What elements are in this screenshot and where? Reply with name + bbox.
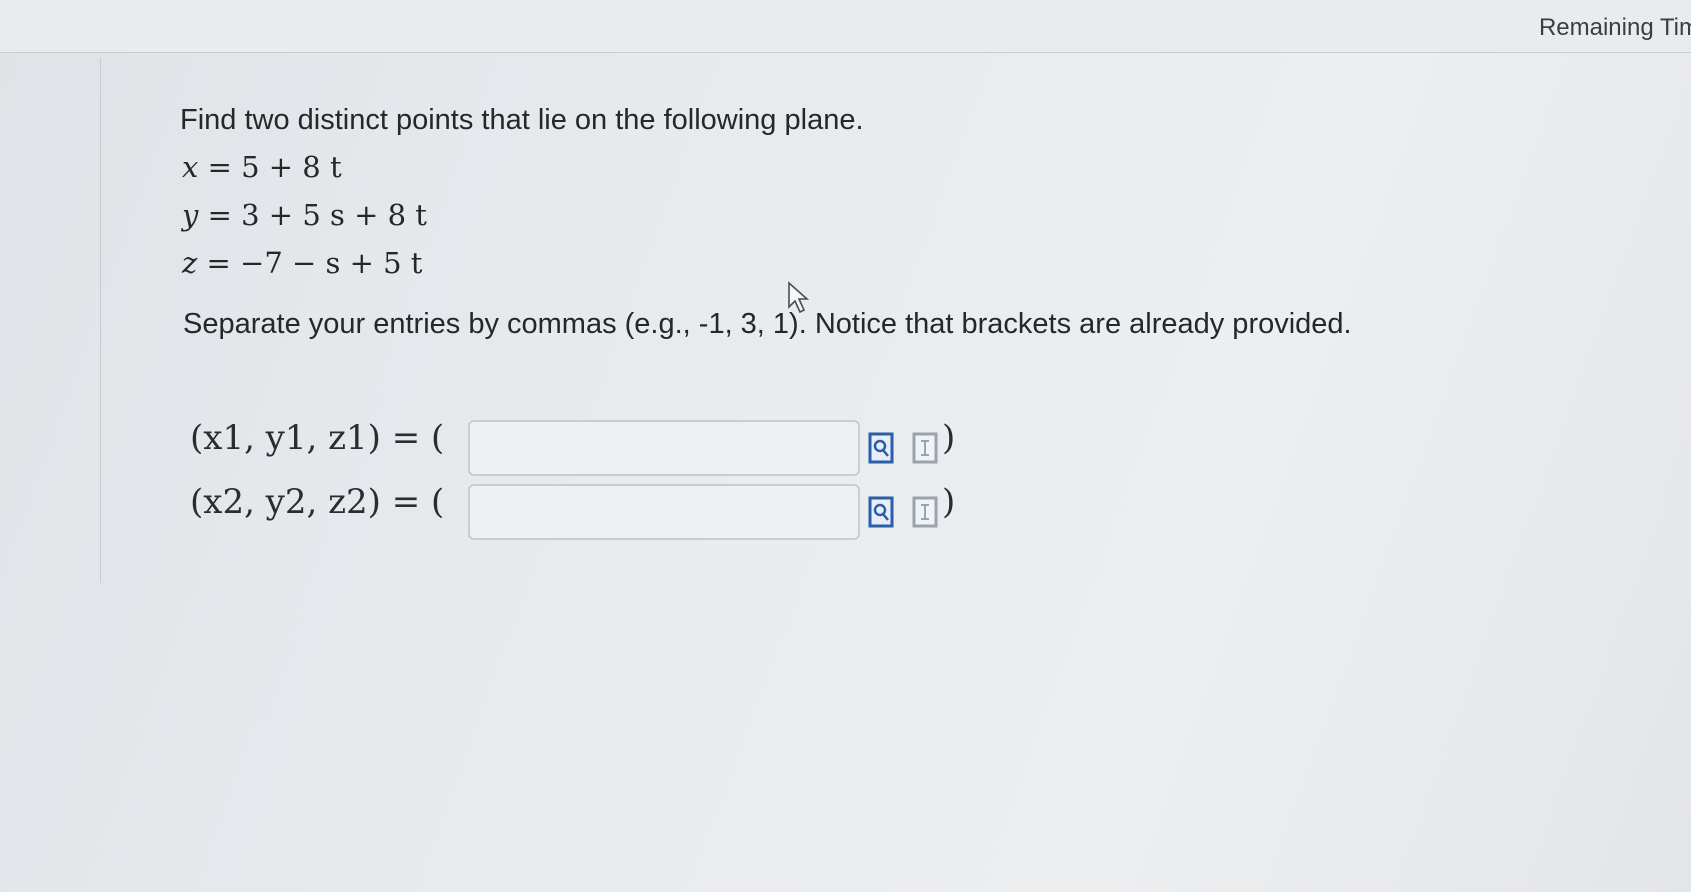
point-2-input[interactable] xyxy=(468,484,860,540)
point-1-input[interactable] xyxy=(468,420,860,476)
insert-formula-icon[interactable] xyxy=(912,432,938,464)
instruction-text: Separate your entries by commas (e.g., -… xyxy=(183,308,1352,340)
insert-formula-icon[interactable] xyxy=(912,496,938,528)
mouse-cursor-icon xyxy=(788,281,810,314)
answer-label-1: (x1, y1, z1) = ( xyxy=(190,418,445,458)
equation-y: y = 3 + 5 s + 8 t xyxy=(182,198,427,232)
closing-paren-2: ) xyxy=(942,482,956,522)
equation-x-rhs: = 5 + 8 t xyxy=(207,150,342,184)
closing-paren-1: ) xyxy=(942,418,956,458)
equation-z: z = −7 − s + 5 t xyxy=(182,246,422,280)
left-divider xyxy=(100,58,101,583)
answer-label-2: (x2, y2, z2) = ( xyxy=(190,482,445,522)
question-prompt: Find two distinct points that lie on the… xyxy=(180,104,864,136)
equation-x: x = 5 + 8 t xyxy=(182,150,342,184)
equation-z-rhs: = −7 − s + 5 t xyxy=(206,246,423,280)
equation-y-rhs: = 3 + 5 s + 8 t xyxy=(207,198,427,232)
equation-y-lhs: y xyxy=(182,198,199,232)
top-bar: Remaining Tim xyxy=(0,0,1691,53)
equation-x-lhs: x xyxy=(182,150,199,184)
remaining-time-label: Remaining Tim xyxy=(1538,14,1691,41)
preview-formula-icon[interactable] xyxy=(868,496,894,528)
equation-z-lhs: z xyxy=(182,246,198,280)
preview-formula-icon[interactable] xyxy=(868,432,894,464)
